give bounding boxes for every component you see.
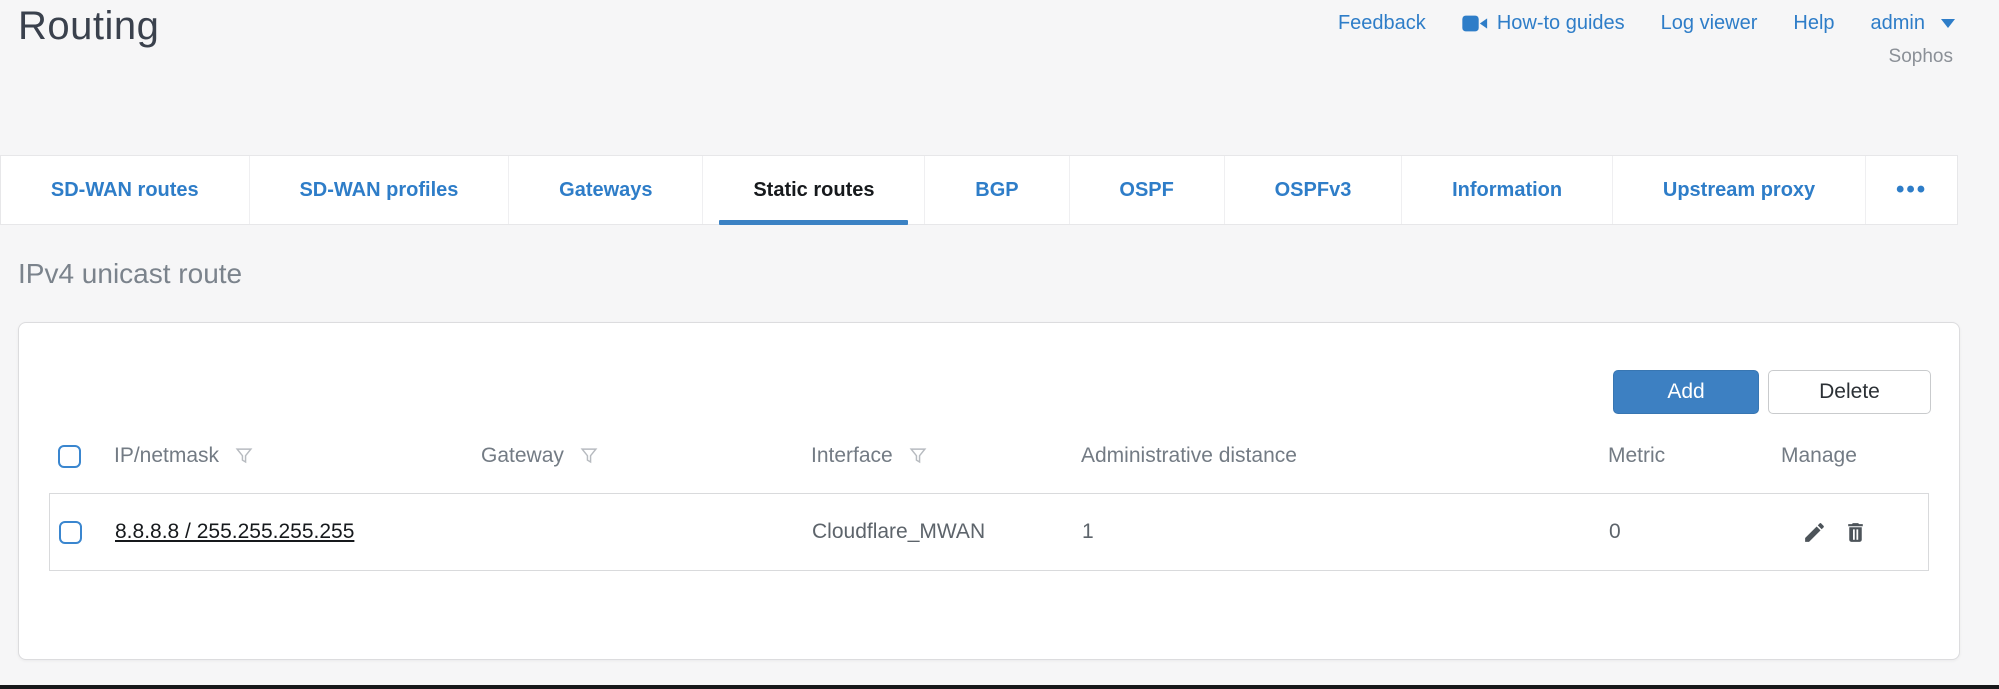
- trash-icon[interactable]: [1843, 520, 1868, 545]
- pencil-icon[interactable]: [1802, 520, 1827, 545]
- help-link[interactable]: Help: [1793, 12, 1834, 35]
- select-all-checkbox[interactable]: [58, 445, 81, 468]
- tab-label: Upstream proxy: [1663, 179, 1815, 202]
- tab-label: OSPFv3: [1275, 179, 1352, 202]
- tab-bgp[interactable]: BGP: [924, 156, 1068, 224]
- feedback-link[interactable]: Feedback: [1338, 12, 1426, 35]
- tab-overflow-button[interactable]: •••: [1865, 156, 1957, 224]
- tab-label: OSPF: [1119, 179, 1173, 202]
- tab-bar: SD-WAN routes SD-WAN profiles Gateways S…: [0, 155, 1958, 225]
- admin-menu[interactable]: admin: [1871, 12, 1955, 35]
- tab-label: Static routes: [753, 179, 874, 202]
- route-metric-value: 0: [1609, 520, 1621, 543]
- tab-gateways[interactable]: Gateways: [508, 156, 702, 224]
- log-viewer-label: Log viewer: [1661, 12, 1758, 35]
- col-manage: Manage: [1781, 444, 1857, 468]
- table-row: 8.8.8.8 / 255.255.255.255 Cloudflare_MWA…: [49, 493, 1929, 571]
- row-checkbox[interactable]: [59, 521, 82, 544]
- route-interface-value: Cloudflare_MWAN: [812, 520, 985, 543]
- feedback-link-label: Feedback: [1338, 12, 1426, 35]
- tab-upstream-proxy[interactable]: Upstream proxy: [1612, 156, 1865, 224]
- funnel-icon[interactable]: [578, 445, 600, 467]
- col-gateway: Gateway: [481, 444, 564, 468]
- tab-label: BGP: [975, 179, 1018, 202]
- col-metric: Metric: [1608, 444, 1665, 468]
- tab-label: SD-WAN routes: [51, 179, 199, 202]
- funnel-icon[interactable]: [907, 445, 929, 467]
- screen-bottom-edge: [0, 685, 1999, 689]
- tab-sdwan-routes[interactable]: SD-WAN routes: [1, 156, 249, 224]
- col-ip-netmask: IP/netmask: [114, 444, 219, 468]
- admin-menu-label: admin: [1871, 12, 1925, 35]
- howto-guides-link[interactable]: How-to guides: [1462, 12, 1625, 35]
- delete-button[interactable]: Delete: [1768, 370, 1931, 414]
- brand-label: Sophos: [1889, 46, 1953, 68]
- funnel-icon[interactable]: [233, 445, 255, 467]
- video-camera-icon: [1462, 14, 1488, 33]
- col-admin-distance: Administrative distance: [1081, 444, 1297, 468]
- header-nav: Feedback How-to guides Log viewer Help a…: [1338, 12, 1955, 35]
- table-toolbar: Add Delete: [1613, 370, 1931, 414]
- howto-guides-label: How-to guides: [1497, 12, 1625, 35]
- tab-ospf[interactable]: OSPF: [1069, 156, 1224, 224]
- col-interface: Interface: [811, 444, 893, 468]
- route-ip-netmask-link[interactable]: 8.8.8.8 / 255.255.255.255: [115, 520, 354, 543]
- section-title: IPv4 unicast route: [18, 258, 242, 290]
- add-button[interactable]: Add: [1613, 370, 1759, 414]
- tab-label: Gateways: [559, 179, 652, 202]
- tab-label: Information: [1452, 179, 1562, 202]
- tab-label: SD-WAN profiles: [299, 179, 458, 202]
- tab-information[interactable]: Information: [1401, 156, 1612, 224]
- chevron-down-icon: [1941, 19, 1955, 28]
- tab-static-routes[interactable]: Static routes: [702, 156, 924, 224]
- table-header-row: IP/netmask Gateway Interface A: [49, 431, 1929, 481]
- tab-ospfv3[interactable]: OSPFv3: [1224, 156, 1401, 224]
- ellipsis-icon: •••: [1896, 176, 1927, 204]
- route-admin-distance-value: 1: [1082, 520, 1094, 543]
- log-viewer-link[interactable]: Log viewer: [1661, 12, 1758, 35]
- tab-sdwan-profiles[interactable]: SD-WAN profiles: [249, 156, 509, 224]
- help-label: Help: [1793, 12, 1834, 35]
- static-routes-panel: Add Delete IP/netmask Gateway Interface: [18, 322, 1960, 660]
- page-title: Routing: [18, 4, 159, 49]
